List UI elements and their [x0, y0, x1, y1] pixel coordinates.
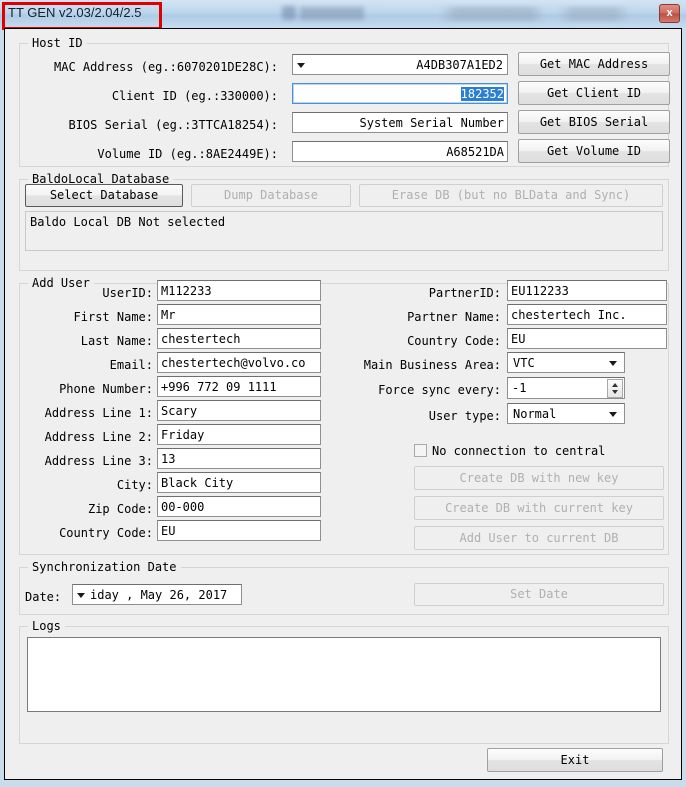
- email-input[interactable]: chestertech@volvo.co: [157, 352, 321, 373]
- bios-serial-input[interactable]: System Serial Number: [292, 112, 508, 133]
- create-db-new-key-button: Create DB with new key: [414, 466, 664, 490]
- logs-textarea[interactable]: [27, 637, 661, 712]
- client-id-input[interactable]: 182352: [292, 83, 508, 104]
- zip-code-label: Zip Code:: [87, 502, 153, 516]
- get-volume-id-button[interactable]: Get Volume ID: [518, 139, 670, 163]
- address-line-1-label: Address Line 1:: [44, 406, 153, 420]
- address-line-1-input[interactable]: Scary: [157, 400, 321, 421]
- partner-id-input[interactable]: EU112233: [507, 280, 667, 301]
- country-code-label: Country Code:: [59, 526, 153, 540]
- database-status-panel: Baldo Local DB Not selected: [25, 211, 663, 251]
- main-business-area-combo[interactable]: VTC: [507, 352, 625, 373]
- title-bar: TT GEN v2.03/2.04/2.5 x: [0, 0, 686, 28]
- chevron-down-icon: [297, 63, 305, 68]
- country-code-input[interactable]: EU: [157, 520, 321, 541]
- set-date-button: Set Date: [414, 583, 664, 606]
- client-id-label: Client ID (eg.:330000):: [111, 89, 278, 103]
- exit-button[interactable]: Exit: [487, 748, 663, 772]
- partner-country-code-label: Country Code:: [407, 334, 501, 348]
- user-type-label: User type:: [428, 409, 501, 423]
- address-line-3-input[interactable]: 13: [157, 448, 321, 469]
- get-bios-serial-button[interactable]: Get BIOS Serial: [518, 110, 670, 134]
- spinner-up-icon[interactable]: [612, 383, 618, 387]
- host-id-group-title: Host ID: [28, 36, 87, 50]
- window-title: TT GEN v2.03/2.04/2.5: [8, 5, 142, 20]
- sync-date-value: iday , May 26, 2017: [90, 588, 228, 602]
- select-database-button[interactable]: Select Database: [25, 184, 183, 207]
- mac-address-label: MAC Address (eg.:6070201DE28C):: [54, 60, 278, 74]
- application-window: TT GEN v2.03/2.04/2.5 x Host ID MAC Addr…: [0, 0, 686, 787]
- first-name-input[interactable]: Mr: [157, 304, 321, 325]
- spinner-down-icon[interactable]: [612, 390, 618, 394]
- force-sync-value: -1: [512, 381, 527, 395]
- force-sync-label: Force sync every:: [378, 383, 501, 397]
- create-db-current-key-button: Create DB with current key: [414, 496, 664, 520]
- client-id-value: 182352: [460, 87, 504, 101]
- address-line-3-label: Address Line 3:: [44, 454, 153, 468]
- blurred-title-text: [440, 7, 630, 21]
- last-name-label: Last Name:: [80, 334, 153, 348]
- userid-input[interactable]: M112233: [157, 280, 321, 301]
- erase-database-button: Erase DB (but no BLData and Sync): [359, 184, 663, 207]
- no-connection-label: No connection to central: [432, 444, 606, 458]
- phone-number-input[interactable]: +996 772 09 1111: [157, 376, 321, 397]
- get-mac-address-button[interactable]: Get MAC Address: [518, 52, 670, 76]
- close-icon[interactable]: x: [659, 4, 680, 23]
- partner-name-label: Partner Name:: [407, 310, 501, 324]
- sync-date-picker[interactable]: iday , May 26, 2017: [72, 584, 242, 605]
- volume-id-input[interactable]: A68521DA: [292, 141, 508, 162]
- first-name-label: First Name:: [73, 310, 153, 324]
- logs-group-title: Logs: [28, 619, 65, 633]
- mac-address-value: A4DB307A1ED2: [416, 58, 503, 72]
- chevron-down-icon: [609, 361, 617, 366]
- force-sync-spinner[interactable]: -1: [507, 377, 625, 399]
- main-business-area-label: Main Business Area:: [363, 358, 501, 372]
- last-name-input[interactable]: chestertech: [157, 328, 321, 349]
- volume-id-label: Volume ID (eg.:8AE2449E):: [97, 147, 278, 161]
- sync-date-label: Date:: [25, 590, 62, 604]
- phone-number-label: Phone Number:: [59, 382, 153, 396]
- get-client-id-button[interactable]: Get Client ID: [518, 81, 670, 105]
- chevron-down-icon: [609, 412, 617, 417]
- client-area: Host ID MAC Address (eg.:6070201DE28C): …: [4, 28, 682, 780]
- blurred-app-icon: [282, 6, 296, 20]
- city-input[interactable]: Black City: [157, 472, 321, 493]
- partner-name-input[interactable]: chestertech Inc.: [507, 304, 667, 325]
- bios-serial-label: BIOS Serial (eg.:3TTCA18254):: [68, 118, 278, 132]
- address-line-2-label: Address Line 2:: [44, 430, 153, 444]
- userid-label: UserID:: [102, 286, 153, 300]
- address-line-2-input[interactable]: Friday: [157, 424, 321, 445]
- no-connection-checkbox[interactable]: No connection to central: [414, 444, 605, 458]
- user-type-combo[interactable]: Normal: [507, 403, 625, 424]
- add-user-to-current-db-button: Add User to current DB: [414, 526, 664, 550]
- blurred-app-name: [300, 7, 364, 20]
- mac-address-combo[interactable]: A4DB307A1ED2: [292, 54, 508, 75]
- email-label: Email:: [109, 358, 153, 372]
- dump-database-button: Dump Database: [191, 184, 351, 207]
- partner-country-code-input[interactable]: EU: [507, 328, 667, 349]
- chevron-down-icon: [77, 593, 85, 598]
- main-business-area-value: VTC: [513, 356, 535, 370]
- partner-id-label: PartnerID:: [428, 286, 501, 300]
- sync-group-title: Synchronization Date: [28, 560, 181, 574]
- checkbox-icon[interactable]: [414, 444, 427, 457]
- user-type-value: Normal: [513, 407, 557, 421]
- spinner-buttons[interactable]: [607, 379, 623, 398]
- city-label: City:: [116, 478, 153, 492]
- zip-code-input[interactable]: 00-000: [157, 496, 321, 517]
